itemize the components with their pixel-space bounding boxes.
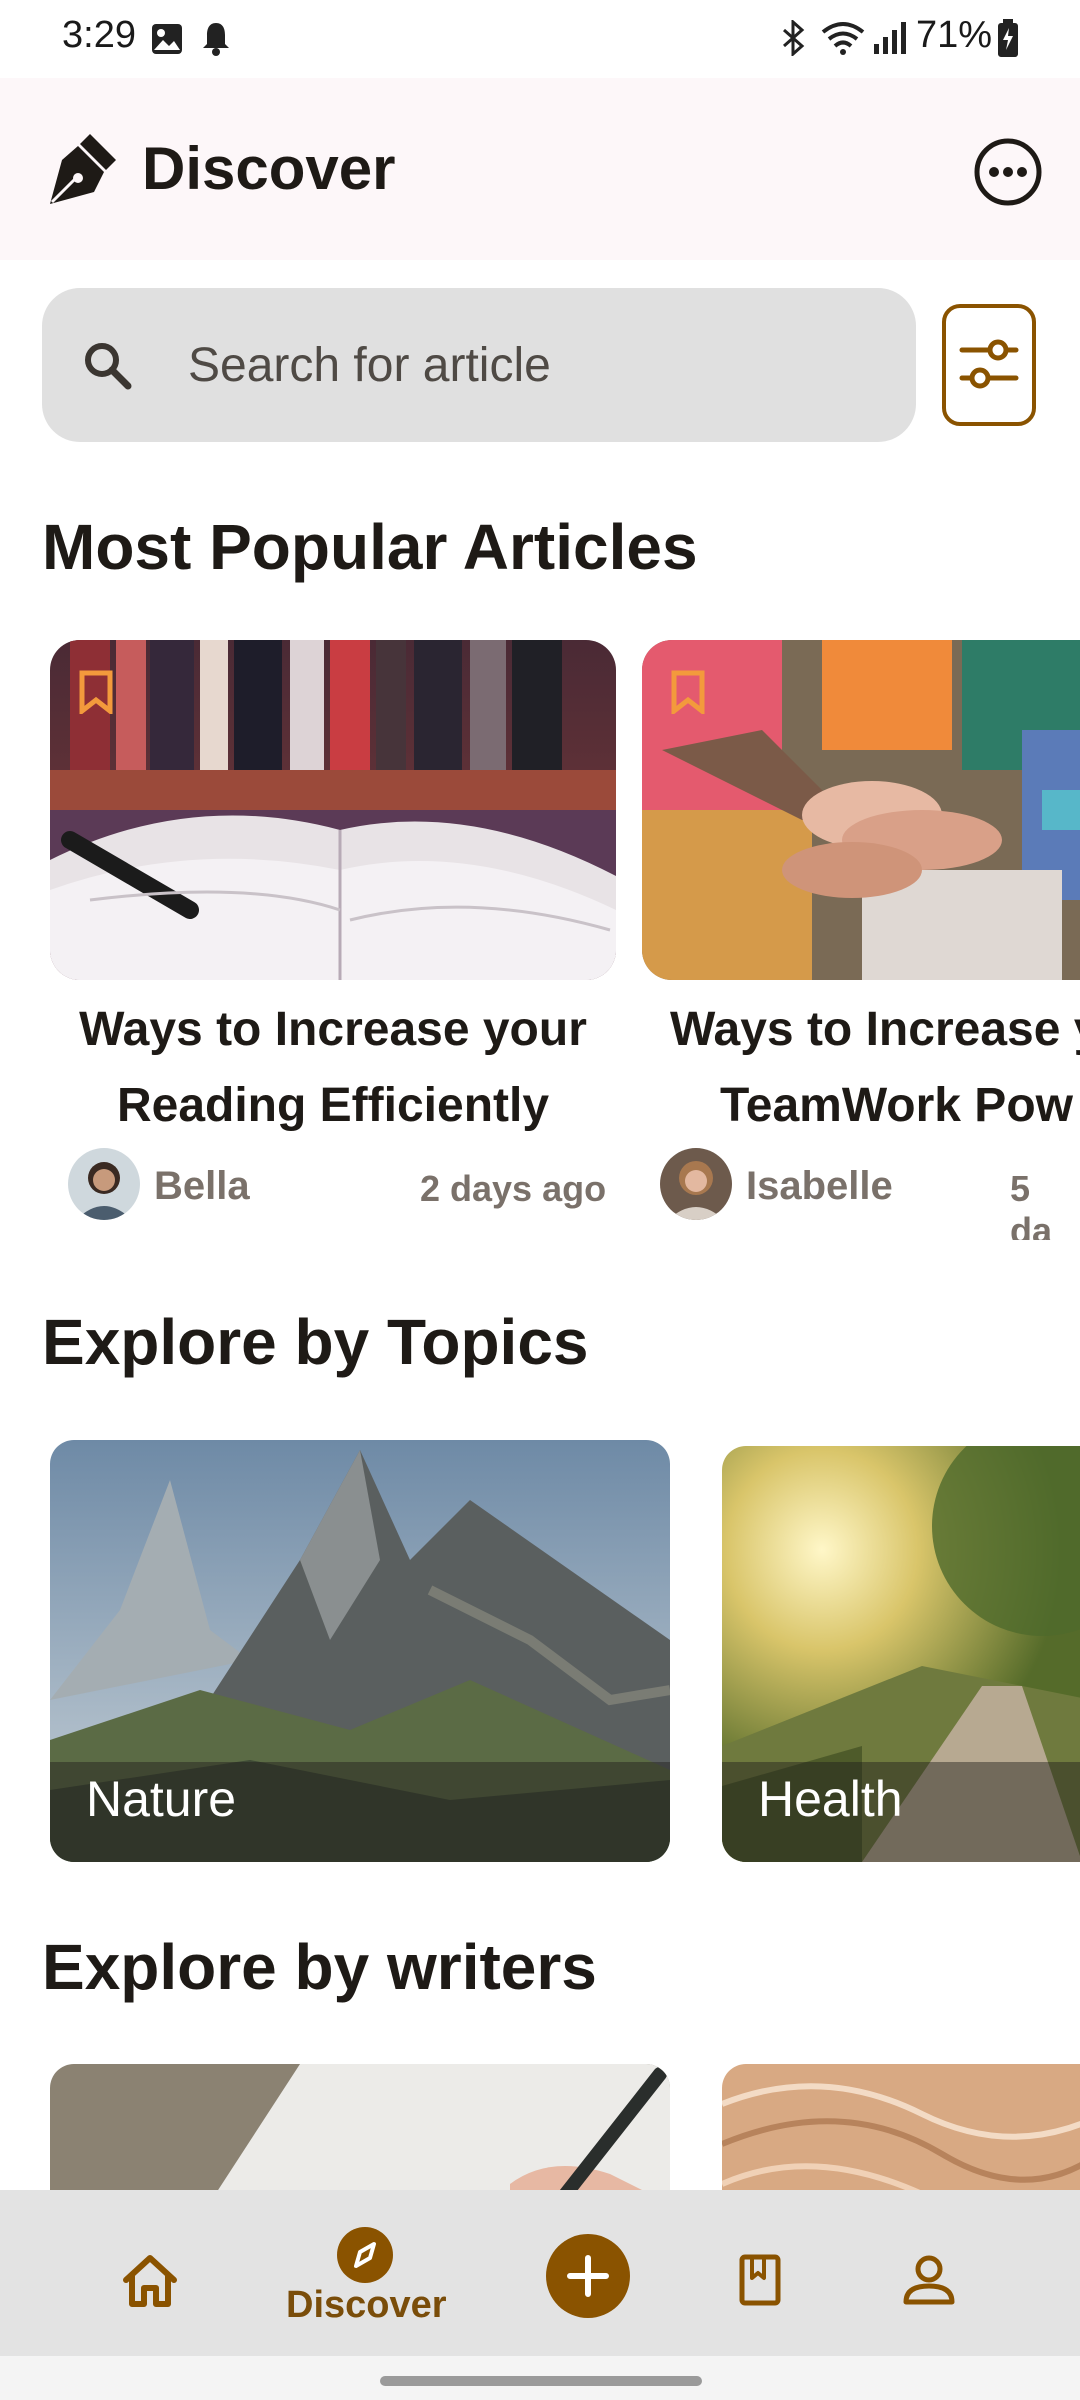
article-title-line-2: TeamWork Pow xyxy=(720,1079,1073,1132)
published-time: 2 days ago xyxy=(420,1168,607,1209)
add-icon xyxy=(567,2255,609,2297)
article-thumbnail xyxy=(642,640,1080,980)
article-card[interactable]: Ways to Increase y TeamWork Pow Isabelle… xyxy=(642,640,1080,1240)
author-name: Isabelle xyxy=(746,1164,893,1208)
topic-card-nature[interactable]: Nature xyxy=(50,1440,670,1862)
bookmark-icon[interactable] xyxy=(78,670,114,714)
person-icon[interactable] xyxy=(902,2254,956,2306)
bluetooth-icon xyxy=(783,20,805,56)
section-title-popular: Most Popular Articles xyxy=(42,511,698,583)
battery-percentage: 71% xyxy=(916,14,993,56)
home-icon[interactable] xyxy=(120,2252,180,2308)
article-card[interactable]: Ways to Increase your Reading Efficientl… xyxy=(50,640,616,1240)
filter-button[interactable] xyxy=(942,304,1036,426)
section-title-topics: Explore by Topics xyxy=(42,1306,589,1378)
article-title-line-1: Ways to Increase y xyxy=(670,1003,1080,1056)
bookmark-icon[interactable] xyxy=(670,670,706,714)
status-time: 3:29 xyxy=(62,14,136,56)
article-thumbnail xyxy=(50,640,616,980)
status-bar: 3:29 71% xyxy=(0,0,1080,78)
gallery-icon xyxy=(152,24,182,54)
topic-label: Health xyxy=(758,1771,903,1827)
search-placeholder: Search for article xyxy=(188,339,551,392)
page-title: Discover xyxy=(142,135,396,202)
more-options-button[interactable] xyxy=(972,136,1044,208)
add-article-button[interactable] xyxy=(546,2234,630,2318)
battery-icon xyxy=(998,19,1018,57)
published-time: 5 da xyxy=(1010,1168,1053,1240)
topic-card-health[interactable]: Health xyxy=(722,1446,1080,1862)
compass-icon[interactable] xyxy=(336,2226,394,2284)
sliders-icon xyxy=(959,339,1019,389)
avatar xyxy=(660,1148,732,1220)
topic-label: Nature xyxy=(86,1771,237,1827)
author-name: Bella xyxy=(154,1164,250,1208)
section-title-writers: Explore by writers xyxy=(42,1931,597,2003)
nav-label-discover[interactable]: Discover xyxy=(286,2284,447,2327)
pen-nib-logo-icon xyxy=(50,134,116,204)
wifi-icon xyxy=(821,22,865,55)
signal-icon xyxy=(874,22,906,54)
article-title-line-2: Reading Efficiently xyxy=(116,1079,550,1132)
bookmark-book-icon[interactable] xyxy=(738,2254,782,2306)
search-icon xyxy=(85,343,132,390)
avatar xyxy=(68,1148,140,1220)
article-title-line-1: Ways to Increase your xyxy=(79,1003,587,1056)
notification-bell-icon xyxy=(203,23,229,56)
gesture-handle[interactable] xyxy=(380,2376,702,2386)
